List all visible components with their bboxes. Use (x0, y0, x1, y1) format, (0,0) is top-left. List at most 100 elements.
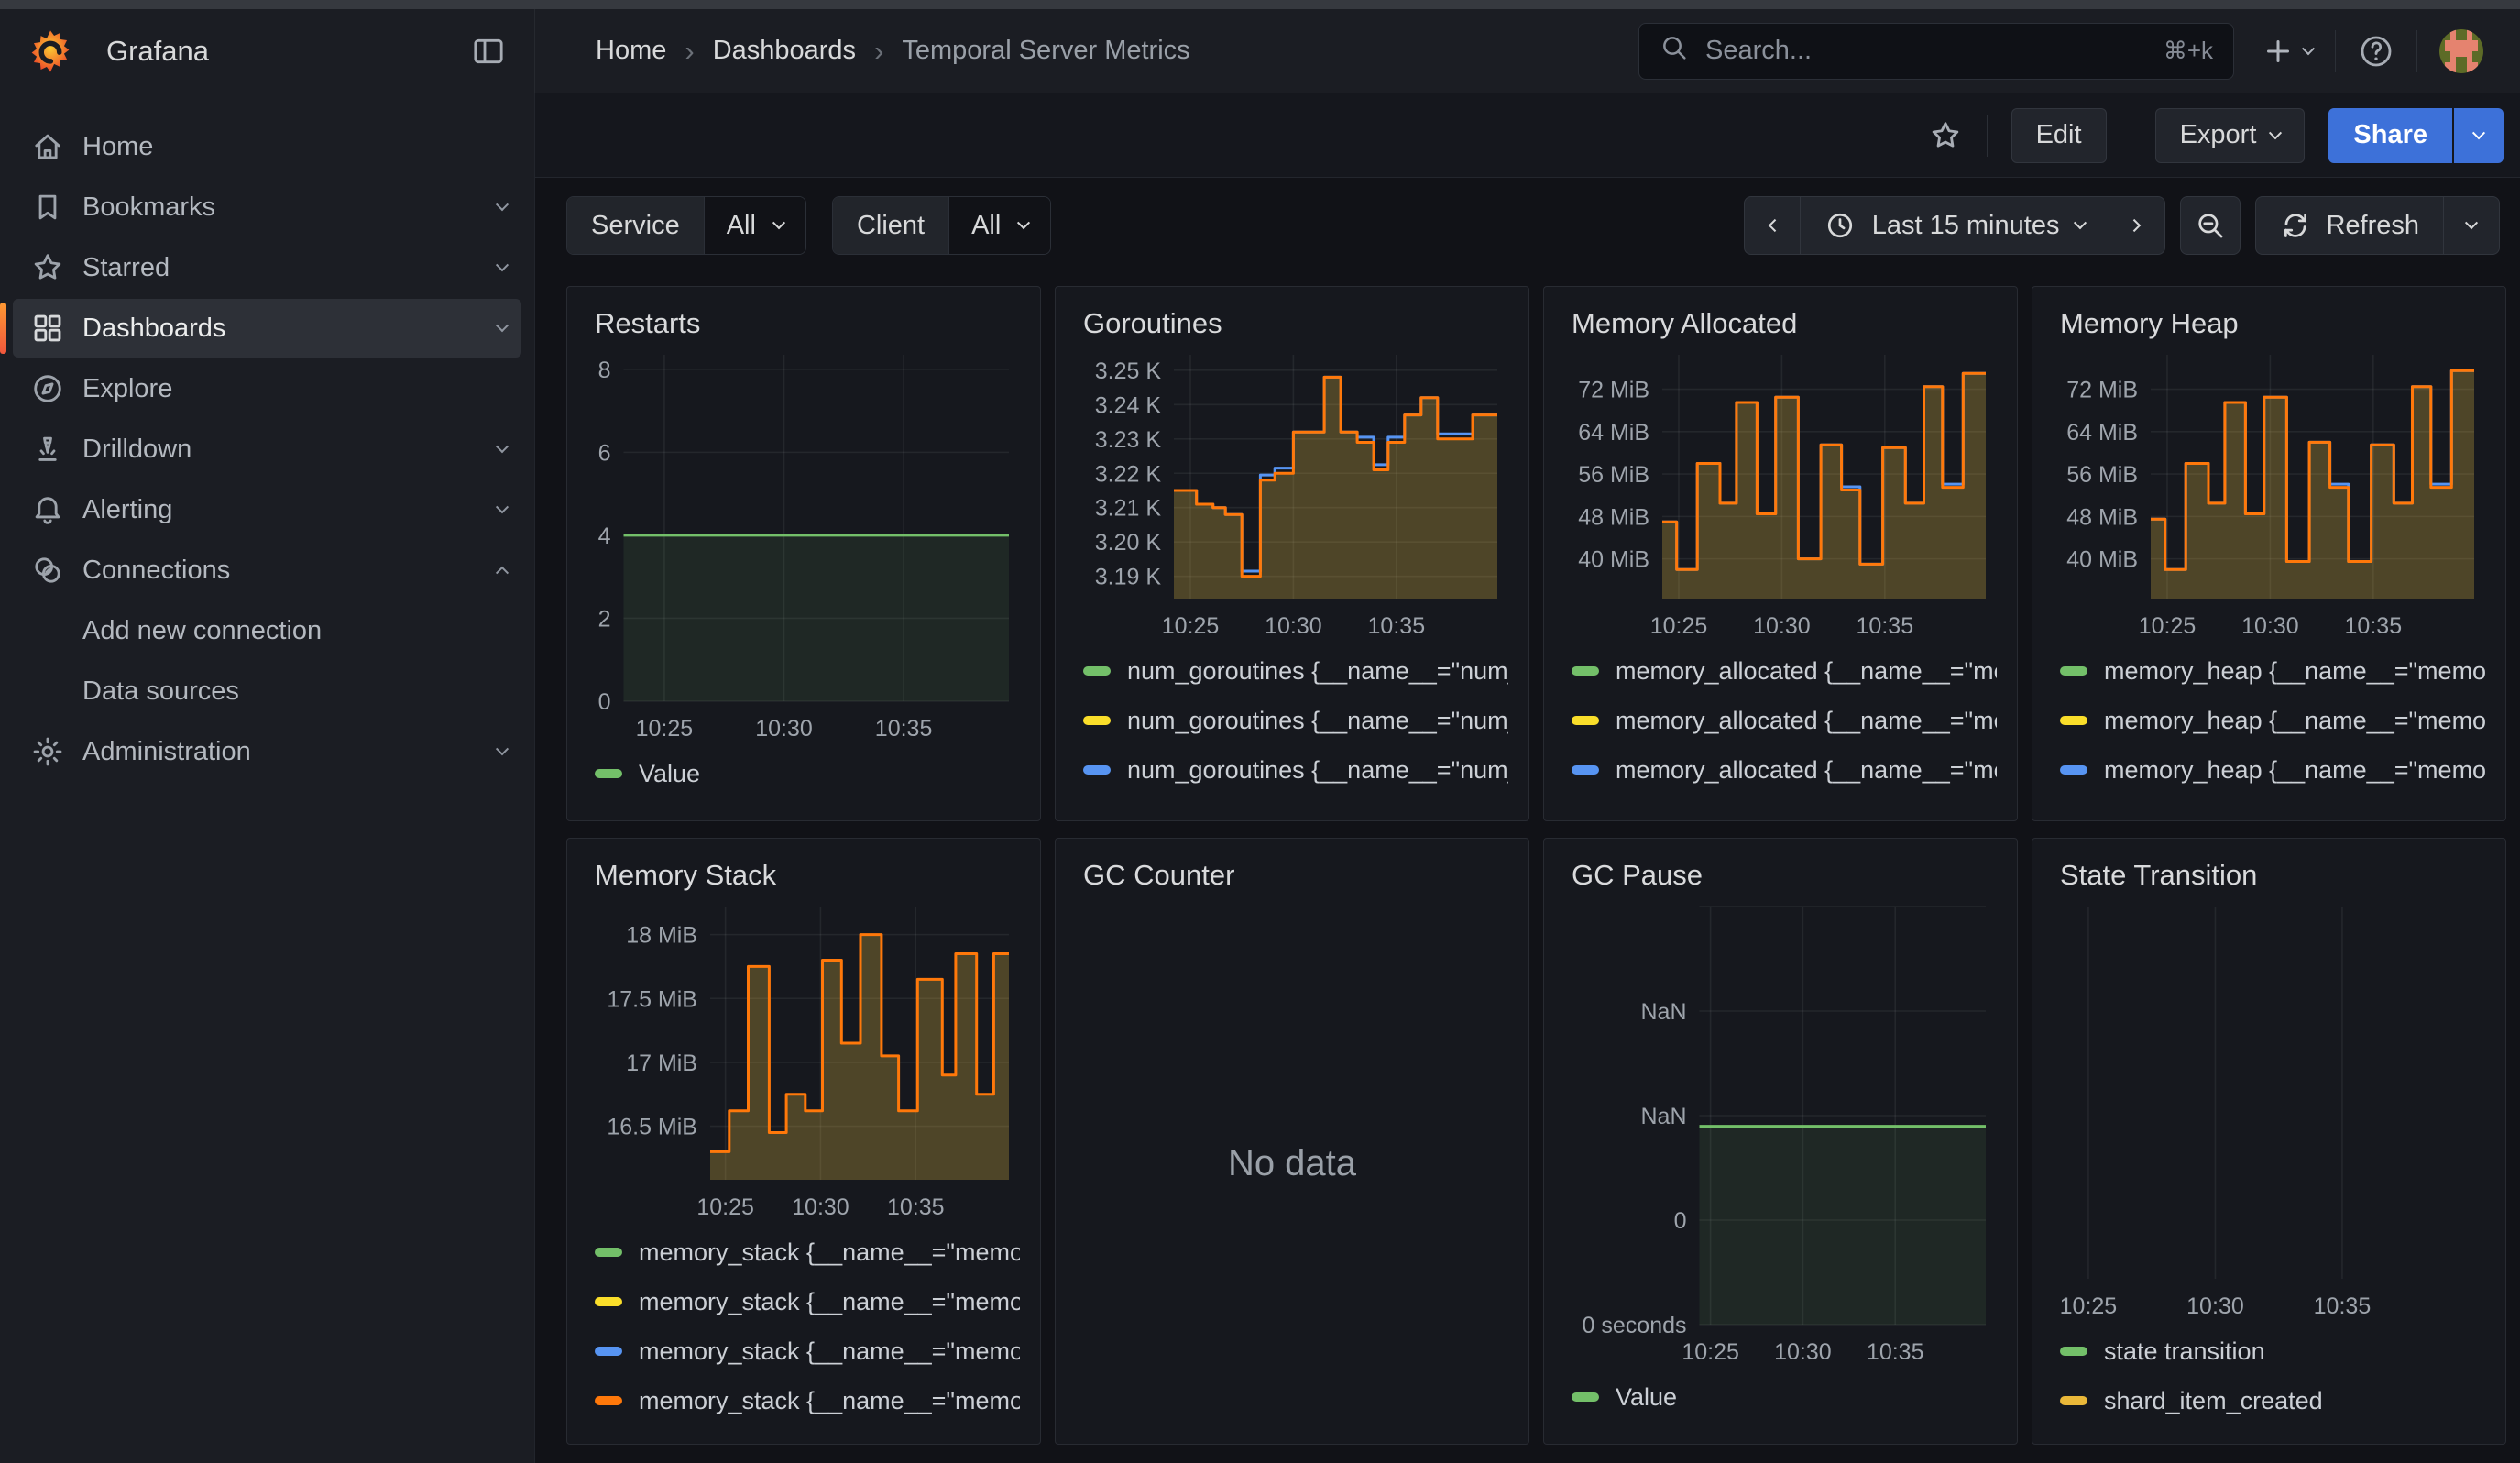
legend-swatch (595, 1248, 622, 1257)
variable-value: All (727, 211, 756, 241)
avatar[interactable] (2439, 29, 2483, 73)
panel-title[interactable]: Restarts (595, 307, 1020, 340)
clock-icon (1824, 210, 1856, 241)
panel-title[interactable]: GC Pause (1572, 859, 1997, 892)
svg-text:0: 0 (1674, 1208, 1687, 1234)
legend-item[interactable]: memory_allocated {__name__="memo (1572, 646, 1997, 696)
zoom-out-button[interactable] (2180, 196, 2241, 255)
legend-item[interactable]: memory_heap {__name__="memory_h (2060, 646, 2485, 696)
favorite-star-button[interactable] (1928, 118, 1963, 153)
sidebar-item-administration[interactable]: Administration (13, 722, 521, 781)
legend-swatch (1083, 666, 1111, 676)
svg-text:10:30: 10:30 (1774, 1339, 1832, 1365)
svg-text:10:35: 10:35 (2345, 613, 2403, 639)
sidebar-item-label: Bookmarks (82, 192, 215, 223)
legend-item[interactable]: memory_allocated {__name__="memo (1572, 696, 1997, 745)
search-placeholder: Search... (1705, 36, 1812, 66)
time-series-chart[interactable]: 10:2510:3010:353.19 K3.20 K3.21 K3.22 K3… (1076, 344, 1508, 646)
legend-item[interactable]: memory_heap {__name__="memory_h (2060, 696, 2485, 745)
legend-item[interactable]: state transition (2060, 1326, 2485, 1376)
sidebar-item-starred[interactable]: Starred (13, 238, 521, 297)
legend-item[interactable]: memory_allocated {__name__="memo (1572, 795, 1997, 808)
legend-item[interactable]: shard_item_created (2060, 1376, 2485, 1425)
legend-swatch (1083, 765, 1111, 775)
svg-text:10:25: 10:25 (2060, 1293, 2118, 1319)
export-button[interactable]: Export (2155, 108, 2306, 163)
edit-button[interactable]: Edit (2011, 108, 2107, 163)
legend-item[interactable]: Value (595, 749, 1020, 798)
grafana-logo-icon[interactable] (27, 28, 73, 74)
sidebar-item-drilldown[interactable]: Drilldown (13, 420, 521, 478)
time-range-picker[interactable]: Last 15 minutes (1800, 196, 2110, 255)
breadcrumb-separator: › (874, 35, 883, 68)
legend-item[interactable]: num_goroutines {__name__="num_go (1083, 696, 1508, 745)
panel-title[interactable]: Goroutines (1083, 307, 1508, 340)
svg-text:10:35: 10:35 (875, 716, 933, 742)
sidebar-item-label: Home (82, 132, 153, 162)
legend-item[interactable]: memory_stack {__name__="memory_s (595, 1376, 1020, 1425)
star-icon (1928, 118, 1963, 153)
legend-item[interactable]: Value (1572, 1372, 1997, 1422)
sidebar-item-label: Drilldown (82, 434, 192, 465)
refresh-button[interactable]: Refresh (2255, 196, 2444, 255)
share-menu-button[interactable] (2454, 108, 2504, 163)
sidebar-item-explore[interactable]: Explore (13, 359, 521, 418)
variable-value-dropdown[interactable]: All (948, 197, 1050, 254)
legend-item[interactable]: memory_heap {__name__="memory_h (2060, 795, 2485, 808)
sidebar-item-label: Alerting (82, 495, 172, 525)
time-series-chart[interactable]: 10:2510:3010:3540 MiB48 MiB56 MiB64 MiB7… (1564, 344, 1997, 646)
refresh-interval-button[interactable] (2443, 196, 2500, 255)
time-series-chart[interactable]: 10:2510:3010:3502468 (587, 344, 1020, 749)
search-input[interactable]: Search... ⌘+k (1638, 23, 2234, 80)
svg-text:10:35: 10:35 (2314, 1293, 2372, 1319)
time-shift-back-button[interactable] (1744, 196, 1801, 255)
sidebar-item-add-new-connection[interactable]: Add new connection (13, 601, 521, 660)
legend-item[interactable]: memory_heap {__name__="memory_h (2060, 745, 2485, 795)
sidebar-item-home[interactable]: Home (13, 117, 521, 176)
legend-item[interactable]: num_goroutines {__name__="num_go (1083, 795, 1508, 808)
legend-swatch (2060, 1347, 2087, 1356)
svg-text:3.20 K: 3.20 K (1095, 530, 1162, 556)
help-button[interactable] (2358, 33, 2394, 70)
time-series-chart[interactable]: 10:2510:3010:3540 MiB48 MiB56 MiB64 MiB7… (2053, 344, 2485, 646)
panel-title[interactable]: State Transition (2060, 859, 2485, 892)
panel-title[interactable]: Memory Heap (2060, 307, 2485, 340)
legend-item[interactable]: num_goroutines {__name__="num_go (1083, 745, 1508, 795)
legend-item[interactable]: memory_stack {__name__="memory_s (595, 1227, 1020, 1277)
dock-sidebar-icon[interactable] (470, 33, 507, 70)
sidebar-item-dashboards[interactable]: Dashboards (13, 299, 521, 358)
question-icon (2358, 33, 2394, 70)
share-button[interactable]: Share (2328, 108, 2452, 163)
panel-title[interactable]: GC Counter (1083, 859, 1508, 892)
panel-grid: Restarts 10:2510:3010:3502468 Value Goro… (535, 255, 2520, 1445)
time-series-chart[interactable]: 10:2510:3010:350 seconds0NaNNaN (1564, 896, 1997, 1372)
time-series-chart[interactable]: 10:2510:3010:3516.5 MiB17 MiB17.5 MiB18 … (587, 896, 1020, 1227)
legend-item[interactable]: memory_stack {__name__="memory_s (595, 1277, 1020, 1326)
panel-title[interactable]: Memory Allocated (1572, 307, 1997, 340)
time-series-chart[interactable]: 10:2510:3010:35 (2053, 896, 2485, 1326)
legend-item[interactable]: num_goroutines {__name__="num_go (1083, 646, 1508, 696)
legend-item[interactable]: memory_stack {__name__="memory_s (595, 1326, 1020, 1376)
variable-service[interactable]: Service All (566, 196, 806, 255)
chevron-down-icon (496, 319, 509, 332)
sidebar-item-label: Add new connection (82, 616, 322, 646)
sidebar-item-connections[interactable]: Connections (13, 541, 521, 600)
refresh-label: Refresh (2326, 211, 2419, 241)
legend-item[interactable]: memory_allocated {__name__="memo (1572, 745, 1997, 795)
time-shift-forward-button[interactable] (2109, 196, 2165, 255)
breadcrumb-dashboards[interactable]: Dashboards (713, 36, 856, 66)
sidebar-item-data-sources[interactable]: Data sources (13, 662, 521, 720)
sidebar-item-label: Data sources (82, 676, 239, 707)
sidebar-item-alerting[interactable]: Alerting (13, 480, 521, 539)
variable-label: Client (833, 197, 948, 254)
variable-client[interactable]: Client All (832, 196, 1051, 255)
new-button[interactable] (2262, 35, 2313, 68)
panel-title[interactable]: Memory Stack (595, 859, 1020, 892)
time-range-label: Last 15 minutes (1872, 211, 2060, 241)
legend-label: memory_stack {__name__="memory_s (639, 1387, 1020, 1415)
svg-text:64 MiB: 64 MiB (1578, 420, 1649, 446)
breadcrumb-home[interactable]: Home (596, 36, 666, 66)
chevron-down-icon (496, 198, 509, 211)
sidebar-item-bookmarks[interactable]: Bookmarks (13, 178, 521, 236)
variable-value-dropdown[interactable]: All (704, 197, 805, 254)
